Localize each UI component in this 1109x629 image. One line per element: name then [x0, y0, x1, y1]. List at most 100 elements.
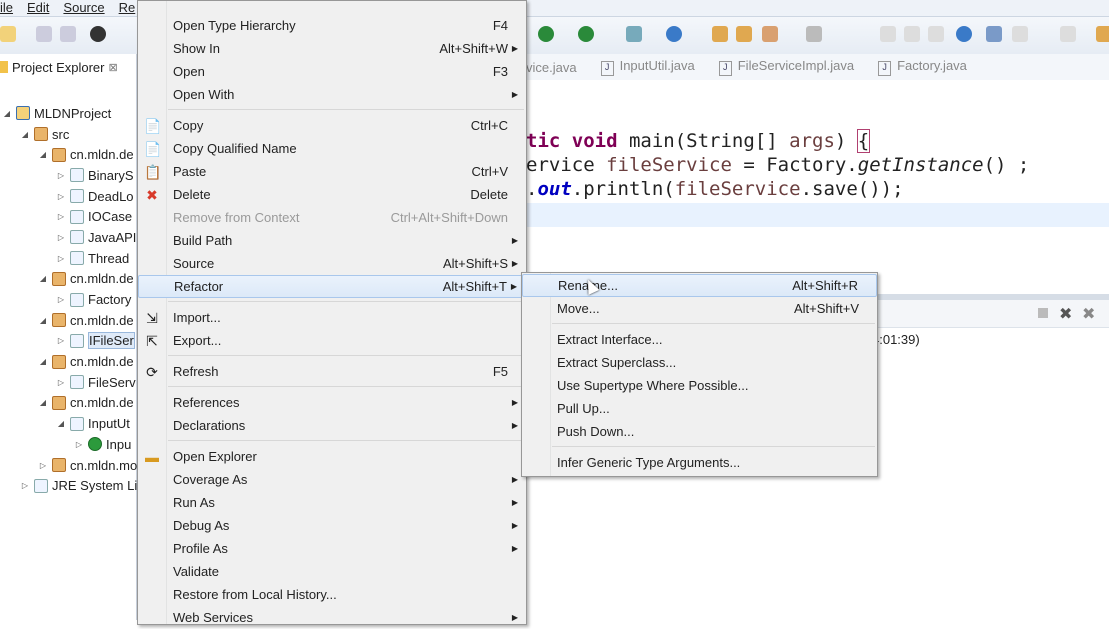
menu-refactor[interactable]: Re [119, 0, 136, 16]
menu-item-remove-from-context[interactable]: Remove from Context Ctrl+Alt+Shift+Down [138, 206, 526, 229]
save-icon[interactable] [36, 26, 52, 42]
remove-launch-icon[interactable]: ✖ [1059, 304, 1072, 324]
tree-item[interactable]: ▷ Inpu [0, 434, 140, 455]
tab-project-explorer[interactable]: Project Explorer ⊠ [0, 54, 136, 80]
menu-item-infer-generic-type-arguments[interactable]: Infer Generic Type Arguments... [522, 451, 877, 474]
tree-item[interactable]: ▷ IFileSer [0, 331, 140, 352]
expand-icon[interactable]: ▷ [56, 378, 66, 387]
menu-item-profile-as[interactable]: Profile As ▶ [138, 537, 526, 560]
tab-inpututil[interactable]: InputUtil.java [601, 58, 695, 76]
tree-item[interactable]: ▷ FileServ [0, 372, 140, 393]
run-icon[interactable] [538, 26, 554, 42]
pin-icon[interactable] [806, 26, 822, 42]
collapse-icon[interactable]: ◢ [38, 316, 48, 325]
menu-item-copy[interactable]: 📄 Copy Ctrl+C [138, 114, 526, 137]
menu-item-paste[interactable]: 📋 Paste Ctrl+V [138, 160, 526, 183]
globe-icon[interactable] [956, 26, 972, 42]
expand-icon[interactable]: ▷ [56, 295, 66, 304]
menu-item-pull-up[interactable]: Pull Up... [522, 397, 877, 420]
tree-item[interactable]: ▷ Thread [0, 248, 140, 269]
menu-item-refactor[interactable]: Refactor Alt+Shift+T ▶ [138, 275, 526, 298]
expand-icon[interactable]: ▷ [56, 212, 66, 221]
menu-item-copy-qualified-name[interactable]: 📄 Copy Qualified Name [138, 137, 526, 160]
collapse-icon[interactable]: ◢ [38, 398, 48, 407]
menu-item-refresh[interactable]: ⟳ Refresh F5 [138, 360, 526, 383]
expand-icon[interactable]: ▷ [56, 254, 66, 263]
open-type-icon[interactable] [712, 26, 728, 42]
new-icon[interactable] [0, 26, 16, 42]
code-text[interactable]: tic void main(String[] args) { ervice fi… [526, 129, 1029, 201]
tree-item[interactable]: ◢ src [0, 124, 140, 145]
spring-icon[interactable] [666, 26, 682, 42]
expand-icon[interactable]: ▷ [20, 481, 30, 490]
menu-item-extract-superclass[interactable]: Extract Superclass... [522, 351, 877, 374]
save-all-icon[interactable] [60, 26, 76, 42]
tree-item[interactable]: ▷ DeadLo [0, 186, 140, 207]
collapse-icon[interactable]: ◢ [20, 130, 30, 139]
toggle-icon[interactable] [880, 26, 896, 42]
menu-item-open-with[interactable]: Open With ▶ [138, 83, 526, 106]
tool-icon[interactable] [762, 26, 778, 42]
debug-icon[interactable] [578, 26, 594, 42]
collapse-icon[interactable]: ◢ [2, 109, 12, 118]
menu-item-build-path[interactable]: Build Path ▶ [138, 229, 526, 252]
expand-icon[interactable]: ▷ [56, 336, 66, 345]
menu-item-show-in[interactable]: Show In Alt+Shift+W ▶ [138, 37, 526, 60]
menu-item-delete[interactable]: ✖ Delete Delete [138, 183, 526, 206]
collapse-icon[interactable]: ◢ [38, 274, 48, 283]
collapse-icon[interactable]: ◢ [38, 357, 48, 366]
close-icon[interactable]: ⊠ [108, 61, 117, 74]
tree-item[interactable]: ◢ cn.mldn.de [0, 351, 140, 372]
tree-item[interactable]: ▷ JRE System Lil [0, 475, 140, 496]
menu-item-run-as[interactable]: Run As ▶ [138, 491, 526, 514]
menu-item-coverage-as[interactable]: Coverage As ▶ [138, 468, 526, 491]
tree-item[interactable]: ◢ cn.mldn.de [0, 310, 140, 331]
expand-icon[interactable]: ▷ [74, 440, 84, 449]
collapse-icon[interactable]: ◢ [38, 150, 48, 159]
expand-icon[interactable]: ▷ [56, 192, 66, 201]
menu-item-web-services[interactable]: Web Services ▶ [138, 606, 526, 629]
menu-item-references[interactable]: References ▶ [138, 391, 526, 414]
tree-item[interactable]: ▷ JavaAPI [0, 227, 140, 248]
collapse-icon[interactable]: ◢ [56, 419, 66, 428]
menu-item-export[interactable]: ⇱ Export... [138, 329, 526, 352]
tree-item[interactable]: ◢ cn.mldn.de [0, 393, 140, 414]
tree-item[interactable]: ◢ cn.mldn.de [0, 144, 140, 165]
user-icon[interactable] [90, 26, 106, 42]
tab-fileserviceimpl[interactable]: FileServiceImpl.java [719, 58, 854, 76]
server-icon[interactable] [626, 26, 642, 42]
open-folder-icon[interactable] [736, 26, 752, 42]
remove-all-icon[interactable]: ✖ [1082, 304, 1095, 324]
menu-item-push-down[interactable]: Push Down... [522, 420, 877, 443]
menu-item-rename[interactable]: Rename... Alt+Shift+R [522, 274, 877, 297]
tree-item[interactable]: ▷ IOCase [0, 206, 140, 227]
tree-item[interactable]: ▷ cn.mldn.mo [0, 455, 140, 476]
block-icon[interactable] [904, 26, 920, 42]
menu-edit[interactable]: Edit [27, 0, 49, 16]
prev-annotation-icon[interactable] [1060, 26, 1076, 42]
menu-item-import[interactable]: ⇲ Import... [138, 306, 526, 329]
menu-item-open-explorer[interactable]: ▬ Open Explorer [138, 445, 526, 468]
tree-item[interactable]: ◢ MLDNProject [0, 103, 140, 124]
menu-item-restore-from-local-history[interactable]: Restore from Local History... [138, 583, 526, 606]
terminate-icon[interactable] [1038, 308, 1048, 318]
menu-item-open-type-hierarchy[interactable]: Open Type Hierarchy F4 [138, 14, 526, 37]
menu-item-validate[interactable]: Validate [138, 560, 526, 583]
pilcrow-icon[interactable] [928, 26, 944, 42]
menu-source[interactable]: Source [63, 0, 104, 16]
tree-item[interactable]: ▷ Factory [0, 289, 140, 310]
expand-icon[interactable]: ▷ [38, 461, 48, 470]
menu-item-use-supertype-where-possible[interactable]: Use Supertype Where Possible... [522, 374, 877, 397]
tab-fileservice[interactable]: vice.java [526, 60, 577, 75]
menu-item-move[interactable]: Move... Alt+Shift+V [522, 297, 877, 320]
back-icon[interactable] [1096, 26, 1109, 42]
tree-item[interactable]: ▷ BinaryS [0, 165, 140, 186]
menu-item-declarations[interactable]: Declarations ▶ [138, 414, 526, 437]
menu-item-source[interactable]: Source Alt+Shift+S ▶ [138, 252, 526, 275]
expand-icon[interactable]: ▷ [56, 233, 66, 242]
expand-icon[interactable]: ▷ [56, 171, 66, 180]
menu-item-open[interactable]: Open F3 [138, 60, 526, 83]
tab-factory[interactable]: Factory.java [878, 58, 967, 76]
tree-item[interactable]: ◢ InputUt [0, 413, 140, 434]
menu-item-debug-as[interactable]: Debug As ▶ [138, 514, 526, 537]
